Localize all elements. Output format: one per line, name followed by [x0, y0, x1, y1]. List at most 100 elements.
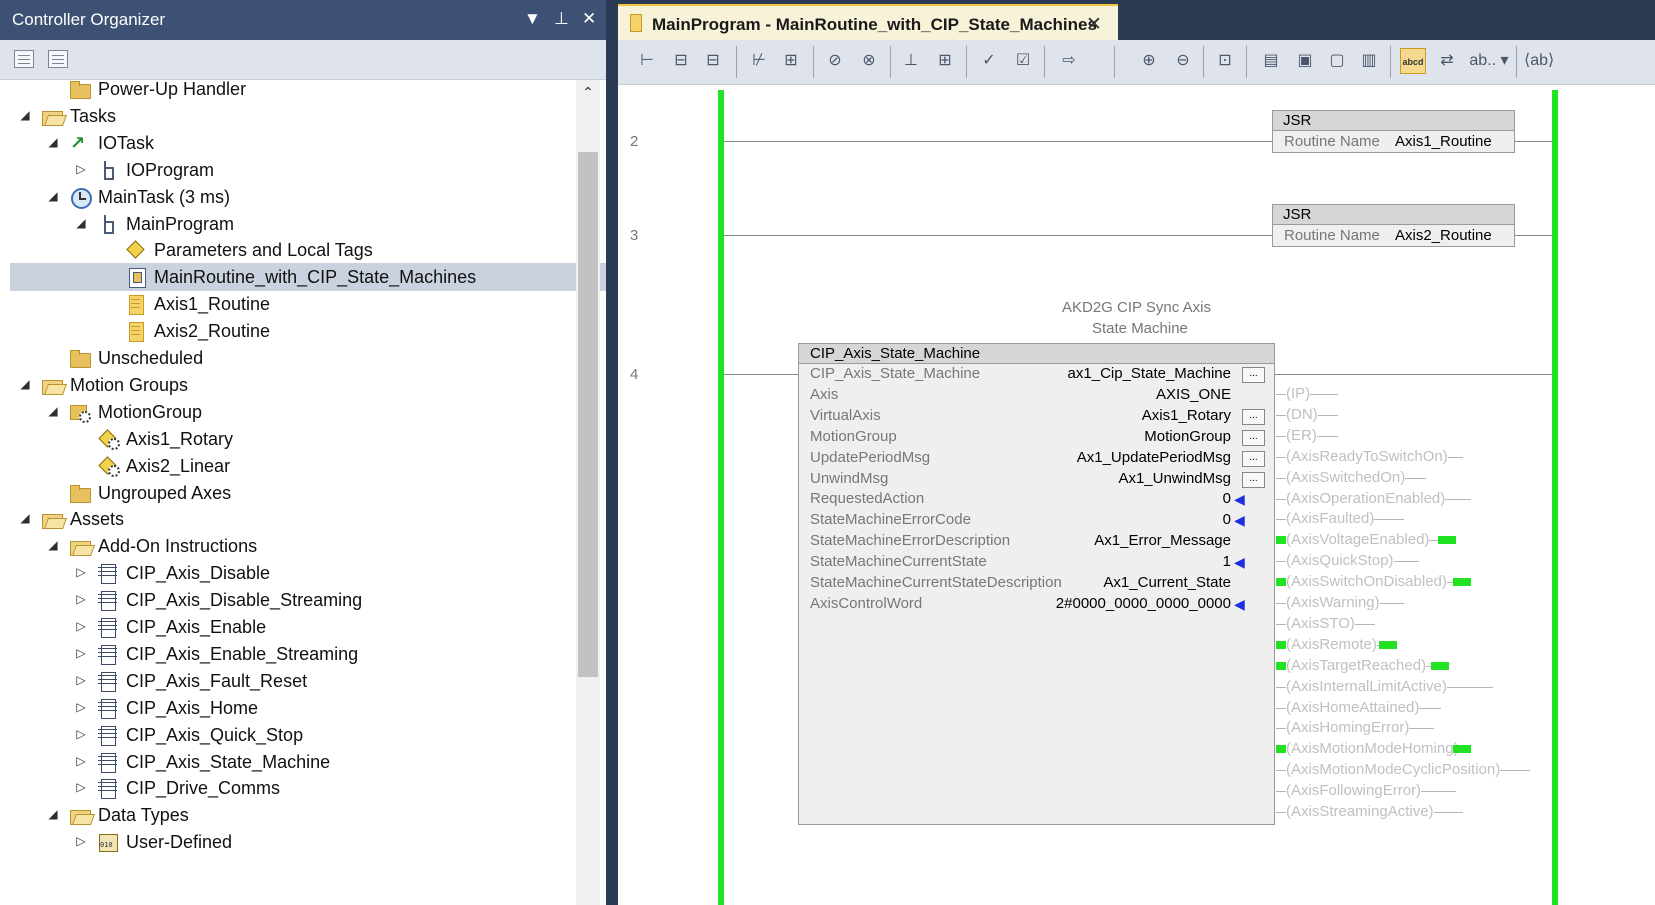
collapse-arrow-icon[interactable]: ◢: [18, 510, 32, 526]
output-bit[interactable]: (ER): [1276, 426, 1576, 446]
rung-icon[interactable]: ⊢: [634, 48, 660, 74]
aoi-param-value[interactable]: Ax1_Error_Message: [1094, 532, 1231, 549]
fit-icon[interactable]: ⊡: [1212, 48, 1238, 74]
tree-item[interactable]: ▷ User-Defined: [10, 828, 606, 856]
pin-icon[interactable]: ⊥: [554, 9, 569, 29]
tag-reference-icon[interactable]: ⟨ab⟩: [1524, 48, 1554, 74]
output-bit[interactable]: (AxisQuickStop): [1276, 551, 1576, 571]
expand-arrow-icon[interactable]: ▷: [74, 726, 88, 742]
ladder-canvas[interactable]: 2 JSR Routine Name Axis1_Routine 3 JSR R…: [618, 85, 1655, 905]
tag-browser-icon[interactable]: ▣: [1292, 48, 1318, 74]
output-bit[interactable]: (AxisReadyToSwitchOn): [1276, 447, 1576, 467]
tree-scrollbar[interactable]: ⌃: [576, 80, 600, 905]
tree-item[interactable]: ◢ Motion Groups: [10, 371, 606, 399]
aoi-param-value[interactable]: ax1_Cip_State_Machine: [1068, 365, 1231, 382]
expand-arrow-icon[interactable]: ▷: [74, 161, 88, 177]
output-bit[interactable]: (AxisMotionModeCyclicPosition): [1276, 760, 1576, 780]
expand-arrow-icon[interactable]: ▷: [74, 672, 88, 688]
branch-level-icon[interactable]: ⊟: [700, 48, 726, 74]
branch-icon[interactable]: ⊟: [668, 48, 694, 74]
tree-item[interactable]: ◢ MotionGroup: [10, 398, 606, 426]
tab-close-icon[interactable]: ✕: [1086, 13, 1102, 36]
aoi-param-value[interactable]: 0: [1223, 490, 1231, 507]
output-bit[interactable]: (AxisStreamingActive): [1276, 802, 1576, 822]
tree-item[interactable]: ◢ Data Types: [10, 801, 606, 829]
aoi-param-value[interactable]: AXIS_ONE: [1156, 386, 1231, 403]
tree-item[interactable]: ◢ Add-On Instructions: [10, 532, 606, 560]
otl-icon[interactable]: ⊗: [856, 48, 882, 74]
output-bit[interactable]: (AxisWarning): [1276, 593, 1576, 613]
browse-button[interactable]: ...: [1242, 450, 1265, 467]
collapse-arrow-icon[interactable]: ◢: [46, 537, 60, 553]
collapse-arrow-icon[interactable]: ◢: [46, 806, 60, 822]
description-icon[interactable]: ▥: [1356, 48, 1382, 74]
tree-item[interactable]: MainRoutine_with_CIP_State_Machines: [10, 263, 606, 292]
collapse-arrow-icon[interactable]: ◢: [18, 107, 32, 123]
tree-item[interactable]: ◢ Assets: [10, 505, 606, 533]
tree-item[interactable]: ▷ CIP_Axis_State_Machine: [10, 748, 606, 776]
verify-icon[interactable]: ✓: [976, 48, 1002, 74]
close-pane-icon[interactable]: ✕: [582, 9, 596, 29]
aoi-instruction-block[interactable]: CIP_Axis_State_Machine CIP_Axis_State_Ma…: [798, 343, 1275, 825]
tree-item[interactable]: ▷ CIP_Axis_Enable_Streaming: [10, 640, 606, 668]
tree-item[interactable]: ▷ CIP_Drive_Comms: [10, 774, 606, 802]
scrollbar-thumb[interactable]: [578, 152, 598, 677]
tree-item[interactable]: Ungrouped Axes: [10, 479, 606, 507]
expand-arrow-icon[interactable]: ▷: [74, 591, 88, 607]
expand-arrow-icon[interactable]: ▷: [74, 779, 88, 795]
output-bit[interactable]: (DN): [1276, 405, 1576, 425]
output-bit[interactable]: (IP): [1276, 384, 1576, 404]
tree-item[interactable]: Parameters and Local Tags: [10, 236, 606, 264]
output-bit[interactable]: (AxisFollowingError): [1276, 781, 1576, 801]
aoi-param-value[interactable]: Ax1_UnwindMsg: [1118, 470, 1231, 487]
output-bit[interactable]: (AxisInternalLimitActive): [1276, 677, 1576, 697]
tree-item[interactable]: Axis1_Rotary: [10, 425, 606, 453]
go-to-icon[interactable]: ⇨: [1056, 48, 1082, 74]
xic-icon[interactable]: ⊬: [746, 48, 772, 74]
jsr-instruction[interactable]: JSR Routine Name Axis2_Routine: [1272, 204, 1515, 247]
aoi-param-value[interactable]: 1: [1223, 553, 1231, 570]
output-bit[interactable]: (AxisFaulted): [1276, 509, 1576, 529]
text-style-dropdown-icon[interactable]: ab.. ▾: [1468, 48, 1510, 74]
aoi-param-value[interactable]: Ax1_UpdatePeriodMsg: [1077, 449, 1231, 466]
tree-item[interactable]: ▷ IOProgram: [10, 156, 606, 184]
verify-routine-icon[interactable]: ☑: [1010, 48, 1036, 74]
jsr-instruction[interactable]: JSR Routine Name Axis1_Routine: [1272, 110, 1515, 153]
output-bit[interactable]: (AxisRemote): [1276, 635, 1576, 655]
zoom-out-icon[interactable]: ⊖: [1170, 48, 1196, 74]
swap-text-icon[interactable]: ⇄: [1434, 48, 1460, 74]
output-bit[interactable]: (AxisSwitchedOn): [1276, 468, 1576, 488]
expand-arrow-icon[interactable]: ▷: [74, 618, 88, 634]
tree-item[interactable]: Power-Up Handler: [10, 80, 606, 103]
output-bit[interactable]: (AxisHomeAttained): [1276, 698, 1576, 718]
browse-button[interactable]: ...: [1242, 429, 1265, 446]
edit-tags-icon[interactable]: ▢: [1324, 48, 1350, 74]
collapse-arrow-icon[interactable]: ◢: [46, 403, 60, 419]
tree-item[interactable]: Axis1_Routine: [10, 290, 606, 318]
collapse-arrow-icon[interactable]: ◢: [46, 188, 60, 204]
show-descriptions-toggle-icon[interactable]: abcd: [1400, 48, 1426, 74]
tree-item[interactable]: Unscheduled: [10, 344, 606, 372]
tree-item[interactable]: ▷ CIP_Axis_Enable: [10, 613, 606, 641]
output-bit[interactable]: (AxisHomingError): [1276, 718, 1576, 738]
aoi-param-value[interactable]: 0: [1223, 511, 1231, 528]
tree-item[interactable]: ▷ CIP_Axis_Disable_Streaming: [10, 586, 606, 614]
output-bit[interactable]: (AxisMotionModeHoming): [1276, 739, 1576, 759]
tree-item[interactable]: ◢ Tasks: [10, 102, 606, 130]
tree-item[interactable]: ▷ CIP_Axis_Quick_Stop: [10, 721, 606, 749]
expand-arrow-icon[interactable]: ▷: [74, 645, 88, 661]
tree-item[interactable]: ◢ ↗ IOTask: [10, 129, 606, 157]
tree-item[interactable]: Axis2_Linear: [10, 452, 606, 480]
output-bit[interactable]: (AxisSTO): [1276, 614, 1576, 634]
tab-main-routine[interactable]: MainProgram - MainRoutine_with_CIP_State…: [618, 4, 1118, 40]
collapse-all-icon[interactable]: [14, 50, 34, 68]
aoi-param-value[interactable]: Axis1_Rotary: [1142, 407, 1231, 424]
collapse-arrow-icon[interactable]: ◢: [74, 215, 88, 231]
tree-item[interactable]: ◢ MainProgram: [10, 210, 606, 238]
tree-item[interactable]: Axis2_Routine: [10, 317, 606, 345]
output-bit[interactable]: (AxisOperationEnabled): [1276, 489, 1576, 509]
aoi-param-value[interactable]: MotionGroup: [1144, 428, 1231, 445]
window-menu-dropdown-icon[interactable]: ▼: [524, 9, 541, 29]
pane-splitter[interactable]: [606, 0, 618, 905]
scroll-up-arrow-icon[interactable]: ⌃: [576, 84, 600, 104]
